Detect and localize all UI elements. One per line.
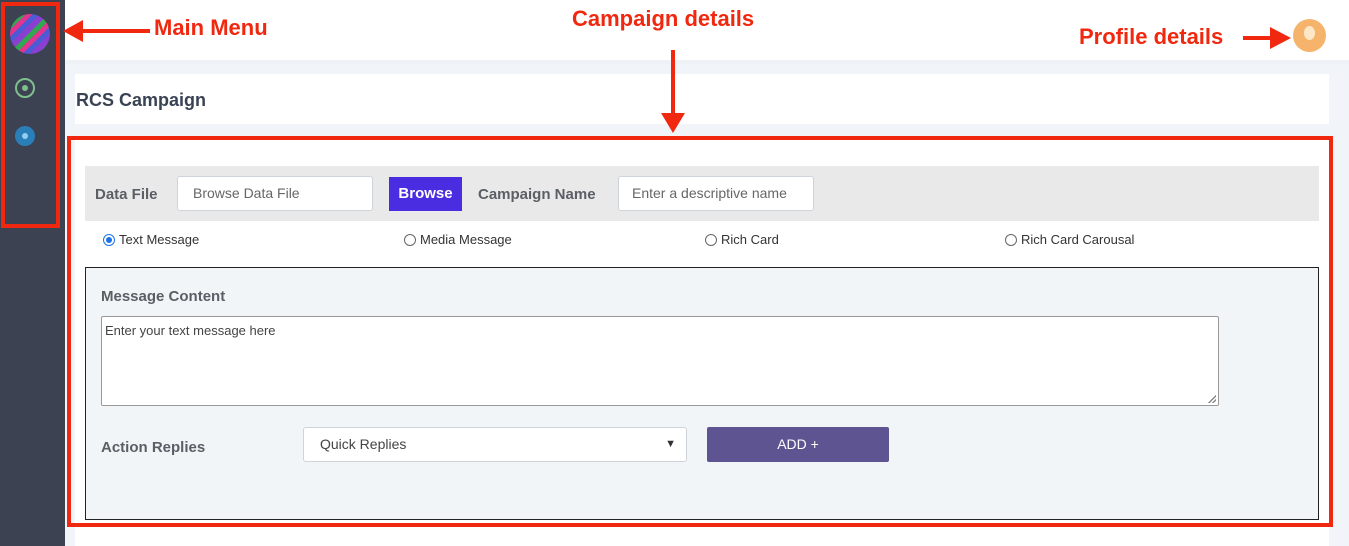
bottom-card [75, 530, 1329, 546]
main-menu-highlight [1, 2, 60, 228]
campaign-details-annotation: Campaign details [572, 6, 755, 31]
profile-details-annotation: Profile details [1079, 24, 1224, 49]
main-menu-annotation: Main Menu [154, 15, 268, 40]
title-card [75, 74, 1329, 124]
page-title: RCS Campaign [76, 90, 207, 110]
profile-avatar[interactable] [1293, 19, 1326, 52]
campaign-details-highlight [67, 136, 1333, 527]
